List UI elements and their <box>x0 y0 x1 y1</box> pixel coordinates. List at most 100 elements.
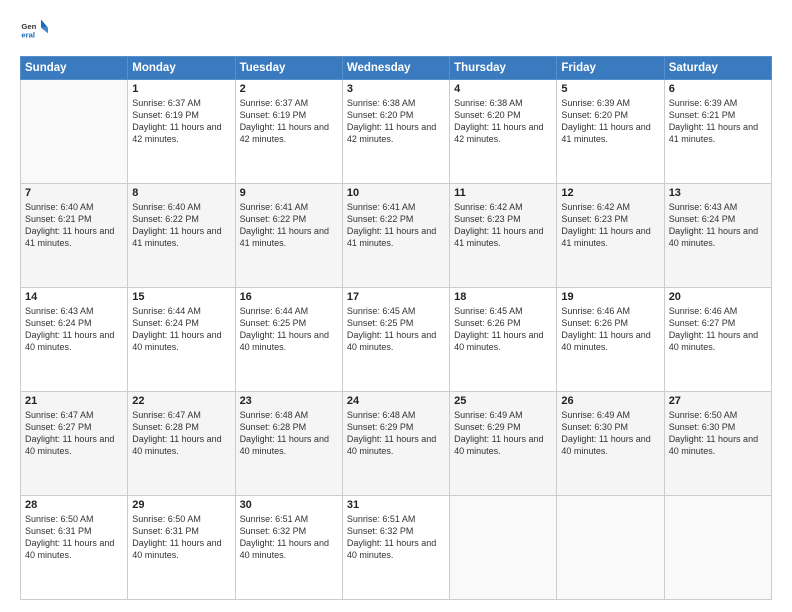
day-info: Sunrise: 6:45 AMSunset: 6:26 PMDaylight:… <box>454 305 552 354</box>
day-info: Sunrise: 6:47 AMSunset: 6:27 PMDaylight:… <box>25 409 123 458</box>
calendar-cell: 22 Sunrise: 6:47 AMSunset: 6:28 PMDayligh… <box>128 392 235 496</box>
calendar-week-row: 14 Sunrise: 6:43 AMSunset: 6:24 PMDayligh… <box>21 288 772 392</box>
calendar-cell: 6 Sunrise: 6:39 AMSunset: 6:21 PMDaylight… <box>664 80 771 184</box>
calendar-cell: 25 Sunrise: 6:49 AMSunset: 6:29 PMDayligh… <box>450 392 557 496</box>
day-number: 30 <box>240 499 338 511</box>
day-info: Sunrise: 6:45 AMSunset: 6:25 PMDaylight:… <box>347 305 445 354</box>
day-number: 26 <box>561 395 659 407</box>
calendar-cell <box>557 496 664 600</box>
day-info: Sunrise: 6:48 AMSunset: 6:28 PMDaylight:… <box>240 409 338 458</box>
weekday-header: Wednesday <box>342 57 449 80</box>
day-info: Sunrise: 6:44 AMSunset: 6:24 PMDaylight:… <box>132 305 230 354</box>
day-number: 24 <box>347 395 445 407</box>
day-info: Sunrise: 6:46 AMSunset: 6:27 PMDaylight:… <box>669 305 767 354</box>
calendar-week-row: 28 Sunrise: 6:50 AMSunset: 6:31 PMDayligh… <box>21 496 772 600</box>
calendar-cell: 18 Sunrise: 6:45 AMSunset: 6:26 PMDayligh… <box>450 288 557 392</box>
day-number: 28 <box>25 499 123 511</box>
weekday-header: Thursday <box>450 57 557 80</box>
day-info: Sunrise: 6:50 AMSunset: 6:30 PMDaylight:… <box>669 409 767 458</box>
day-info: Sunrise: 6:39 AMSunset: 6:21 PMDaylight:… <box>669 97 767 146</box>
day-number: 9 <box>240 187 338 199</box>
calendar-cell: 24 Sunrise: 6:48 AMSunset: 6:29 PMDayligh… <box>342 392 449 496</box>
day-info: Sunrise: 6:42 AMSunset: 6:23 PMDaylight:… <box>561 201 659 250</box>
day-number: 13 <box>669 187 767 199</box>
calendar-header-row: SundayMondayTuesdayWednesdayThursdayFrid… <box>21 57 772 80</box>
calendar-cell: 23 Sunrise: 6:48 AMSunset: 6:28 PMDayligh… <box>235 392 342 496</box>
day-number: 6 <box>669 83 767 95</box>
calendar-cell: 12 Sunrise: 6:42 AMSunset: 6:23 PMDayligh… <box>557 184 664 288</box>
day-info: Sunrise: 6:50 AMSunset: 6:31 PMDaylight:… <box>132 513 230 562</box>
weekday-header: Tuesday <box>235 57 342 80</box>
day-info: Sunrise: 6:47 AMSunset: 6:28 PMDaylight:… <box>132 409 230 458</box>
day-info: Sunrise: 6:50 AMSunset: 6:31 PMDaylight:… <box>25 513 123 562</box>
day-info: Sunrise: 6:51 AMSunset: 6:32 PMDaylight:… <box>347 513 445 562</box>
day-number: 31 <box>347 499 445 511</box>
page: Gen eral SundayMondayTuesdayWednesdayThu… <box>0 0 792 612</box>
calendar-cell: 31 Sunrise: 6:51 AMSunset: 6:32 PMDayligh… <box>342 496 449 600</box>
calendar-cell: 26 Sunrise: 6:49 AMSunset: 6:30 PMDayligh… <box>557 392 664 496</box>
day-number: 2 <box>240 83 338 95</box>
day-number: 10 <box>347 187 445 199</box>
day-number: 19 <box>561 291 659 303</box>
calendar-cell: 1Sunrise: 6:37 AMSunset: 6:19 PMDaylight… <box>128 80 235 184</box>
calendar-cell: 3Sunrise: 6:38 AMSunset: 6:20 PMDaylight… <box>342 80 449 184</box>
day-number: 27 <box>669 395 767 407</box>
day-number: 14 <box>25 291 123 303</box>
calendar-cell: 20 Sunrise: 6:46 AMSunset: 6:27 PMDayligh… <box>664 288 771 392</box>
day-number: 4 <box>454 83 552 95</box>
calendar-cell: 16Sunrise: 6:44 AMSunset: 6:25 PMDayligh… <box>235 288 342 392</box>
day-number: 21 <box>25 395 123 407</box>
day-number: 20 <box>669 291 767 303</box>
calendar-cell <box>664 496 771 600</box>
day-info: Sunrise: 6:41 AMSunset: 6:22 PMDaylight:… <box>347 201 445 250</box>
day-info: Sunrise: 6:38 AMSunset: 6:20 PMDaylight:… <box>454 97 552 146</box>
day-number: 22 <box>132 395 230 407</box>
day-number: 15 <box>132 291 230 303</box>
calendar-table: SundayMondayTuesdayWednesdayThursdayFrid… <box>20 56 772 600</box>
calendar-week-row: 7Sunrise: 6:40 AMSunset: 6:21 PMDaylight… <box>21 184 772 288</box>
calendar-cell: 14 Sunrise: 6:43 AMSunset: 6:24 PMDayligh… <box>21 288 128 392</box>
day-number: 25 <box>454 395 552 407</box>
day-info: Sunrise: 6:48 AMSunset: 6:29 PMDaylight:… <box>347 409 445 458</box>
calendar-cell: 21 Sunrise: 6:47 AMSunset: 6:27 PMDayligh… <box>21 392 128 496</box>
calendar-cell: 7Sunrise: 6:40 AMSunset: 6:21 PMDaylight… <box>21 184 128 288</box>
calendar-cell: 9Sunrise: 6:41 AMSunset: 6:22 PMDaylight… <box>235 184 342 288</box>
calendar-cell: 8 Sunrise: 6:40 AMSunset: 6:22 PMDaylight… <box>128 184 235 288</box>
calendar-week-row: 1Sunrise: 6:37 AMSunset: 6:19 PMDaylight… <box>21 80 772 184</box>
day-info: Sunrise: 6:51 AMSunset: 6:32 PMDaylight:… <box>240 513 338 562</box>
day-number: 17 <box>347 291 445 303</box>
calendar-week-row: 21 Sunrise: 6:47 AMSunset: 6:27 PMDayligh… <box>21 392 772 496</box>
calendar-cell: 15 Sunrise: 6:44 AMSunset: 6:24 PMDayligh… <box>128 288 235 392</box>
day-number: 8 <box>132 187 230 199</box>
day-number: 11 <box>454 187 552 199</box>
day-number: 29 <box>132 499 230 511</box>
calendar-cell: 30 Sunrise: 6:51 AMSunset: 6:32 PMDayligh… <box>235 496 342 600</box>
day-number: 3 <box>347 83 445 95</box>
svg-text:eral: eral <box>21 31 35 40</box>
day-info: Sunrise: 6:49 AMSunset: 6:29 PMDaylight:… <box>454 409 552 458</box>
calendar-cell: 11Sunrise: 6:42 AMSunset: 6:23 PMDayligh… <box>450 184 557 288</box>
day-info: Sunrise: 6:37 AMSunset: 6:19 PMDaylight:… <box>132 97 230 146</box>
day-info: Sunrise: 6:44 AMSunset: 6:25 PMDaylight:… <box>240 305 338 354</box>
calendar-cell <box>450 496 557 600</box>
day-number: 18 <box>454 291 552 303</box>
weekday-header: Saturday <box>664 57 771 80</box>
day-info: Sunrise: 6:43 AMSunset: 6:24 PMDaylight:… <box>669 201 767 250</box>
weekday-header: Monday <box>128 57 235 80</box>
day-number: 23 <box>240 395 338 407</box>
calendar-cell: 13 Sunrise: 6:43 AMSunset: 6:24 PMDayligh… <box>664 184 771 288</box>
weekday-header: Sunday <box>21 57 128 80</box>
calendar-cell <box>21 80 128 184</box>
calendar-cell: 10 Sunrise: 6:41 AMSunset: 6:22 PMDayligh… <box>342 184 449 288</box>
header: Gen eral <box>20 18 772 46</box>
calendar-cell: 2Sunrise: 6:37 AMSunset: 6:19 PMDaylight… <box>235 80 342 184</box>
svg-text:Gen: Gen <box>21 22 36 31</box>
day-info: Sunrise: 6:49 AMSunset: 6:30 PMDaylight:… <box>561 409 659 458</box>
day-number: 12 <box>561 187 659 199</box>
day-info: Sunrise: 6:40 AMSunset: 6:22 PMDaylight:… <box>132 201 230 250</box>
calendar-cell: 5Sunrise: 6:39 AMSunset: 6:20 PMDaylight… <box>557 80 664 184</box>
day-info: Sunrise: 6:43 AMSunset: 6:24 PMDaylight:… <box>25 305 123 354</box>
calendar-cell: 27 Sunrise: 6:50 AMSunset: 6:30 PMDayligh… <box>664 392 771 496</box>
weekday-header: Friday <box>557 57 664 80</box>
logo: Gen eral <box>20 18 52 46</box>
